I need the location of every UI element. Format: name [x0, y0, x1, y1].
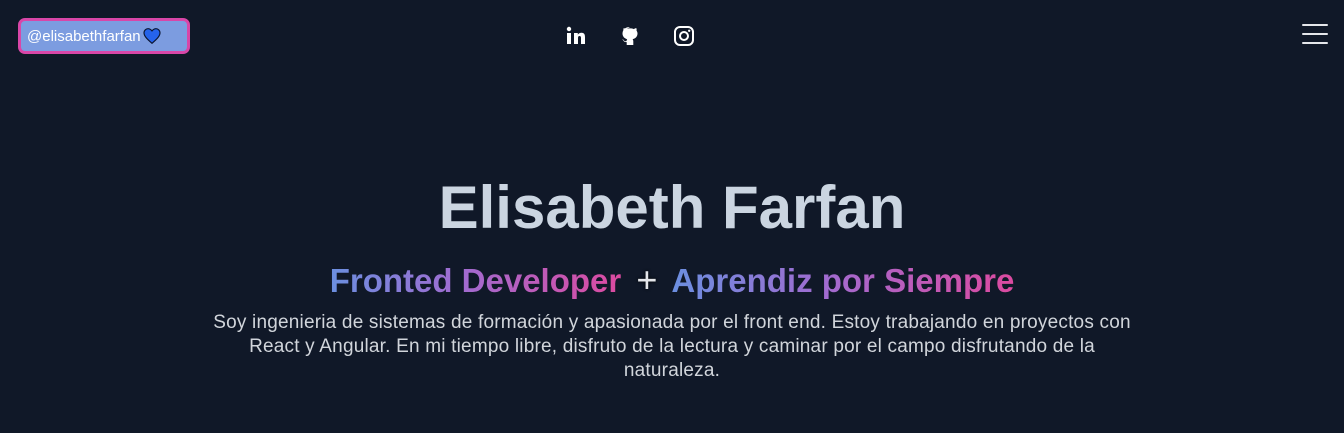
linkedin-icon [566, 26, 585, 44]
menu-line [1302, 33, 1328, 35]
tagline-plus: + [636, 259, 658, 300]
instagram-link[interactable] [672, 24, 696, 48]
github-icon [622, 27, 638, 45]
page: @elisabethfarfan Elisabeth Farfan Fronte… [0, 0, 1344, 433]
github-link[interactable] [618, 24, 642, 48]
hamburger-menu-button[interactable] [1302, 24, 1328, 46]
menu-line [1302, 42, 1328, 44]
handle-text: @elisabethfarfan [27, 27, 141, 45]
tagline-role: Fronted Developer [329, 262, 622, 299]
blue-heart-icon [143, 28, 161, 44]
bio-text: Soy ingenieria de sistemas de formación … [213, 312, 1131, 381]
tagline-motto: Aprendiz por Siempre [671, 262, 1015, 299]
menu-line [1302, 24, 1328, 26]
tagline: Fronted Developer + Aprendiz por Siempre [0, 260, 1344, 301]
linkedin-link[interactable] [564, 24, 588, 48]
hero-section: Elisabeth Farfan Fronted Developer + Apr… [0, 170, 1344, 383]
handle-badge[interactable]: @elisabethfarfan [18, 18, 190, 54]
hamburger-menu-icon [1302, 24, 1328, 44]
social-links [564, 24, 696, 48]
instagram-icon [674, 26, 694, 46]
hero-name: Elisabeth Farfan [438, 174, 906, 241]
